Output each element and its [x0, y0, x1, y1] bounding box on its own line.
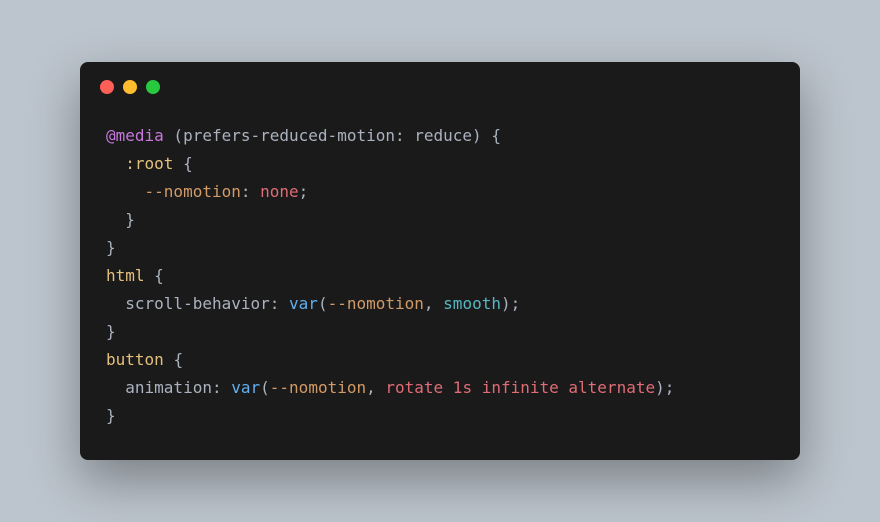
close-icon[interactable] — [100, 80, 114, 94]
brace: } — [125, 210, 135, 229]
brace: } — [106, 238, 116, 257]
selector-root: :root — [125, 154, 173, 173]
code-window: @media (prefers-reduced-motion: reduce) … — [80, 62, 800, 460]
media-condition: (prefers-reduced-motion: reduce) — [164, 126, 492, 145]
brace: } — [106, 406, 116, 425]
var-arg: --nomotion — [270, 378, 366, 397]
value-none: none — [260, 182, 299, 201]
value-rotate: rotate 1s infinite alternate — [385, 378, 655, 397]
value-smooth: smooth — [443, 294, 501, 313]
property-scroll-behavior: scroll-behavior — [125, 294, 270, 313]
brace: { — [491, 126, 501, 145]
selector-html: html — [106, 266, 145, 285]
selector-button: button — [106, 350, 164, 369]
code-block: @media (prefers-reduced-motion: reduce) … — [80, 104, 800, 460]
function-var: var — [289, 294, 318, 313]
maximize-icon[interactable] — [146, 80, 160, 94]
minimize-icon[interactable] — [123, 80, 137, 94]
brace: } — [106, 322, 116, 341]
var-arg: --nomotion — [328, 294, 424, 313]
brace: { — [154, 266, 164, 285]
function-var: var — [231, 378, 260, 397]
brace: { — [183, 154, 193, 173]
window-titlebar — [80, 62, 800, 104]
property-animation: animation — [125, 378, 212, 397]
brace: { — [173, 350, 183, 369]
css-variable: --nomotion — [145, 182, 241, 201]
keyword-media: @media — [106, 126, 164, 145]
